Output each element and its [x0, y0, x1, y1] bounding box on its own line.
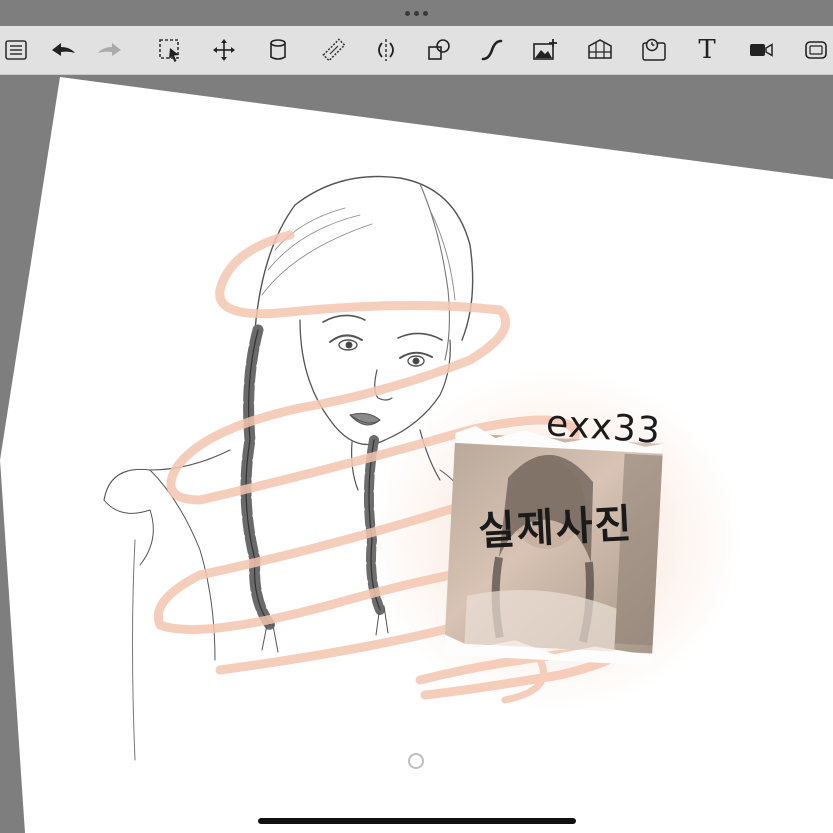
rotate-handle[interactable] — [408, 753, 424, 769]
canvas-artwork — [0, 77, 833, 833]
photo-label-text: 실제사진 — [477, 500, 635, 556]
watermark-text: exx33 — [544, 403, 663, 452]
home-indicator[interactable] — [258, 818, 576, 824]
drawing-canvas[interactable]: exx33 실제사진 — [0, 0, 833, 833]
